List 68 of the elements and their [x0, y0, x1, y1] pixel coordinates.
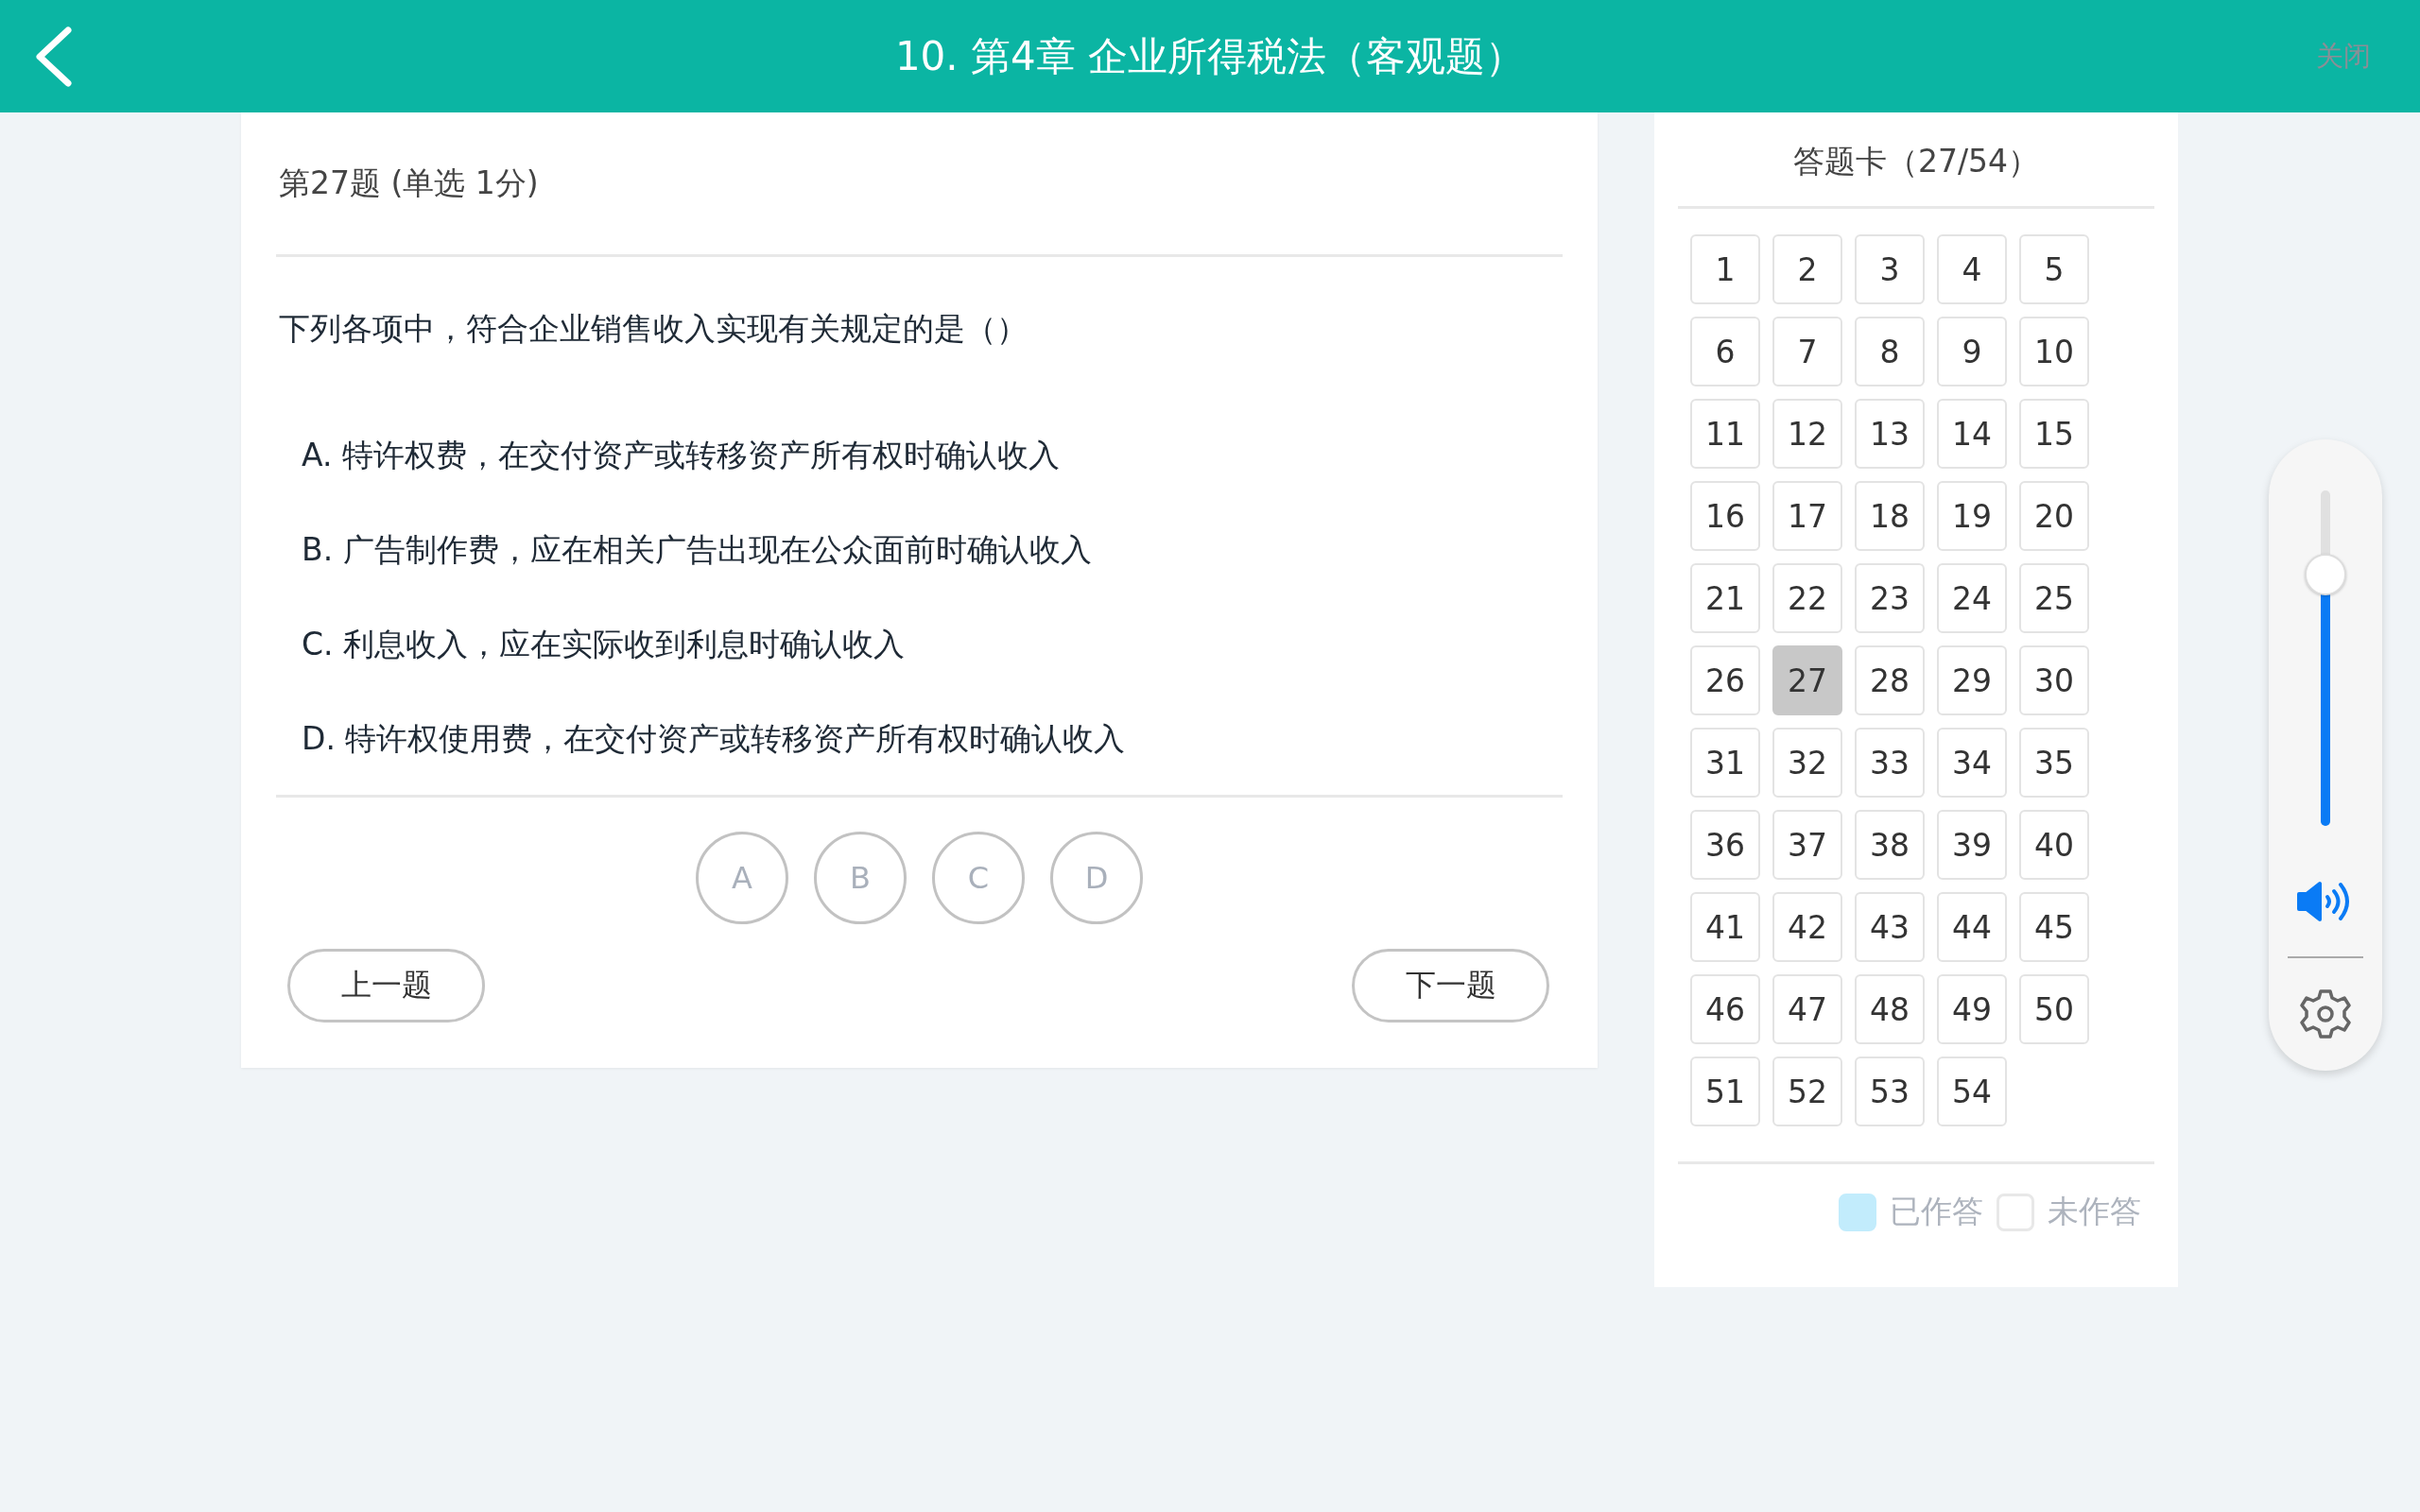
question-number-button[interactable]: 30: [2019, 645, 2089, 715]
question-number-button[interactable]: 53: [1855, 1057, 1925, 1126]
question-number-button[interactable]: 51: [1690, 1057, 1760, 1126]
question-number-button[interactable]: 22: [1772, 563, 1842, 633]
question-number-button[interactable]: 38: [1855, 810, 1925, 880]
option-text: C. 利息收入，应在实际收到利息时确认收入: [302, 625, 907, 664]
question-number-button[interactable]: 9: [1937, 317, 2007, 387]
question-number-button[interactable]: 26: [1690, 645, 1760, 715]
question-number-button[interactable]: 27: [1772, 645, 1842, 715]
question-number-button[interactable]: 17: [1772, 481, 1842, 551]
question-number-button[interactable]: 41: [1690, 892, 1760, 962]
legend-label: 未作答: [2048, 1192, 2141, 1231]
question-number-button[interactable]: 12: [1772, 399, 1842, 469]
question-number-button[interactable]: 19: [1937, 481, 2007, 551]
question-number-button[interactable]: 16: [1690, 481, 1760, 551]
option-text: D. 特许权使用费，在交付资产或转移资产所有权时确认收入: [302, 719, 1127, 759]
question-number-button[interactable]: 13: [1855, 399, 1925, 469]
question-number-button[interactable]: 40: [2019, 810, 2089, 880]
question-number-button[interactable]: 43: [1855, 892, 1925, 962]
question-number-button[interactable]: 52: [1772, 1057, 1842, 1126]
question-number-button[interactable]: 10: [2019, 317, 2089, 387]
question-number-button[interactable]: 48: [1855, 974, 1925, 1044]
question-number-button[interactable]: 45: [2019, 892, 2089, 962]
question-number-button[interactable]: 1: [1690, 234, 1760, 304]
question-text: 下列各项中，符合企业销售收入实现有关规定的是（）: [279, 309, 1028, 349]
question-number-button[interactable]: 24: [1937, 563, 2007, 633]
question-number-button[interactable]: 29: [1937, 645, 2007, 715]
question-number-button[interactable]: 20: [2019, 481, 2089, 551]
question-number-button[interactable]: 42: [1772, 892, 1842, 962]
question-number-button[interactable]: 11: [1690, 399, 1760, 469]
question-number-button[interactable]: 32: [1772, 728, 1842, 798]
question-number-button[interactable]: 35: [2019, 728, 2089, 798]
question-number-button[interactable]: 46: [1690, 974, 1760, 1044]
question-number-button[interactable]: 34: [1937, 728, 2007, 798]
question-number-button[interactable]: 14: [1937, 399, 2007, 469]
question-number-button[interactable]: 50: [2019, 974, 2089, 1044]
question-number-button[interactable]: 5: [2019, 234, 2089, 304]
question-number-button[interactable]: 37: [1772, 810, 1842, 880]
question-number-button[interactable]: 33: [1855, 728, 1925, 798]
slider-thumb[interactable]: [2305, 553, 2346, 595]
option-text: A. 特许权费，在交付资产或转移资产所有权时确认收入: [302, 436, 1061, 475]
question-number-button[interactable]: 18: [1855, 481, 1925, 551]
question-number-button[interactable]: 15: [2019, 399, 2089, 469]
settings-icon[interactable]: [2300, 988, 2351, 1040]
option-text: B. 广告制作费，应在相关广告出现在公众面前时确认收入: [302, 530, 1093, 570]
question-number-button[interactable]: 49: [1937, 974, 2007, 1044]
question-number-button[interactable]: 36: [1690, 810, 1760, 880]
question-number-button[interactable]: 3: [1855, 234, 1925, 304]
question-number-button[interactable]: 23: [1855, 563, 1925, 633]
answer-card-title: 答题卡（27/54）: [1678, 112, 2154, 209]
question-number-button[interactable]: 7: [1772, 317, 1842, 387]
question-number-button[interactable]: 21: [1690, 563, 1760, 633]
next-button[interactable]: 下一题: [1352, 949, 1549, 1022]
question-number-button[interactable]: 39: [1937, 810, 2007, 880]
question-number-button[interactable]: 31: [1690, 728, 1760, 798]
question-number-button[interactable]: 4: [1937, 234, 2007, 304]
question-heading: 第27题 (单选 1分): [276, 112, 1563, 257]
question-number-button[interactable]: 44: [1937, 892, 2007, 962]
question-number-button[interactable]: 25: [2019, 563, 2089, 633]
legend-label: 已作答: [1890, 1192, 1983, 1231]
question-number-button[interactable]: 47: [1772, 974, 1842, 1044]
page-title: 10. 第4章 企业所得税法（客观题）: [894, 31, 1526, 81]
previous-button[interactable]: 上一题: [287, 949, 485, 1022]
question-number-button[interactable]: 2: [1772, 234, 1842, 304]
question-number-button[interactable]: 8: [1855, 317, 1925, 387]
question-number-button[interactable]: 6: [1690, 317, 1760, 387]
question-number-button[interactable]: 28: [1855, 645, 1925, 715]
question-number-button[interactable]: 54: [1937, 1057, 2007, 1126]
